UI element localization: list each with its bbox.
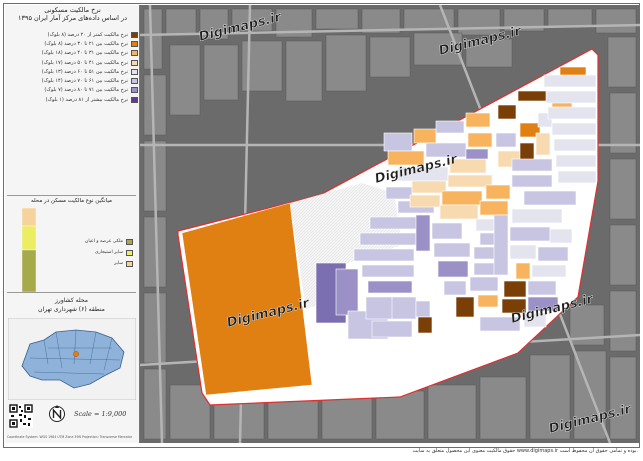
map-canvas[interactable]: Digimaps.ir Digimaps.ir Digimaps.ir Digi… xyxy=(140,5,640,443)
chart-legend-swatch xyxy=(126,260,133,267)
legend-item: نرخ مالکیت بین ۳۱ تا ۴۰ درصد (۱۸ بلوک) xyxy=(7,49,138,58)
chart-legend-swatch xyxy=(126,249,133,256)
legend-swatch xyxy=(131,50,138,57)
legend-item: نرخ مالکیت بین ۶۱ تا ۷۰ درصد (۱۴ بلوک) xyxy=(7,76,138,85)
coordinate-system: Coordinate System: WGS 1984 UTM Zone 39N… xyxy=(7,435,133,439)
neighbourhood-marker xyxy=(73,351,79,357)
thematic-legend: نرخ مالکیت کمتر از ۲۰ درصد (۸ بلوک) نرخ م… xyxy=(7,30,138,104)
legend-swatch xyxy=(131,31,138,38)
chart-legend-item: سایر استیجاری xyxy=(46,247,136,258)
legend-item-label: نرخ مالکیت بین ۴۱ تا ۵۰ درصد (۱۷ بلوک) xyxy=(41,59,128,66)
legend-item-label: نرخ مالکیت بین ۶۱ تا ۷۰ درصد (۱۴ بلوک) xyxy=(41,78,128,85)
legend-item-label: نرخ مالکیت بین ۵۱ تا ۶۰ درصد (۱۳ بلوک) xyxy=(41,68,128,75)
divider xyxy=(7,195,136,196)
legend-swatch xyxy=(131,40,138,47)
legend-swatch xyxy=(131,87,138,94)
bar-segment-other xyxy=(22,208,36,227)
bar-segment-rental xyxy=(22,225,36,251)
legend-item: نرخ مالکیت بین ۷۱ تا ۸۰ درصد (۷ بلوک) xyxy=(7,86,138,95)
chart-legend-label: ملکی عرصه و اعیان xyxy=(85,239,123,244)
north-arrow-icon xyxy=(49,405,65,422)
legend-item-label: نرخ مالکیت بین ۷۱ تا ۸۰ درصد (۷ بلوک) xyxy=(44,87,128,94)
divider xyxy=(7,292,136,293)
location-title: محله کشاورز منطقه (۶) شهرداری تهران xyxy=(6,296,137,314)
legend-item: نرخ مالکیت بین ۴۱ تا ۵۰ درصد (۱۷ بلوک) xyxy=(7,58,138,67)
ownership-stacked-bar xyxy=(22,208,36,292)
chart-legend-label: سایر استیجاری xyxy=(94,250,123,255)
legend-swatch xyxy=(131,78,138,85)
chart-title: میانگین نوع مالکیت مسکن در محله xyxy=(31,198,112,204)
legend-swatch xyxy=(131,96,138,103)
map-title-line2: در اساس داده‌های مرکز آمار ایران ۱۳۹۵ xyxy=(18,14,127,22)
legend-swatch xyxy=(131,68,138,75)
tehran-inset-map xyxy=(8,318,136,400)
legend-item-label: نرخ مالکیت بیشتر از ۸۱ درصد (۱ بلوک) xyxy=(45,96,128,103)
legend-item: نرخ مالکیت بین ۵۱ تا ۶۰ درصد (۱۳ بلوک) xyxy=(7,67,138,76)
legend-item-label: نرخ مالکیت بین ۲۱ تا ۳۰ درصد (۸ بلوک) xyxy=(44,40,128,47)
legend-item-label: نرخ مالکیت کمتر از ۲۰ درصد (۸ بلوک) xyxy=(47,31,128,38)
chart-legend-item: سایر xyxy=(46,258,136,269)
chart-legend-label: سایر xyxy=(114,261,123,266)
legend-item: نرخ مالکیت کمتر از ۲۰ درصد (۸ بلوک) xyxy=(7,30,138,39)
chart-legend-item: ملکی عرصه و اعیان xyxy=(46,236,136,247)
map-title-line1: نرخ مالکیت مسکونی xyxy=(44,6,101,14)
chart-legend: ملکی عرصه و اعیان سایر استیجاری سایر xyxy=(46,236,136,269)
location-line1: محله کشاورز xyxy=(55,297,88,304)
copyright-credit: حقوق مالکیت معنوی این محصول متعلق به سای… xyxy=(412,448,638,454)
qr-code xyxy=(9,404,33,428)
map-title: نرخ مالکیت مسکونی در اساس داده‌های مرکز … xyxy=(6,6,139,22)
location-line2: منطقه (۶) شهرداری تهران xyxy=(38,306,105,313)
legend-item: نرخ مالکیت بیشتر از ۸۱ درصد (۱ بلوک) xyxy=(7,95,138,104)
legend-swatch xyxy=(131,59,138,66)
legend-item-label: نرخ مالکیت بین ۳۱ تا ۴۰ درصد (۱۸ بلوک) xyxy=(41,50,128,57)
chart-legend-swatch xyxy=(126,238,133,245)
scale-text: Scale = 1:9,000 xyxy=(74,410,127,418)
legend-item: نرخ مالکیت بین ۲۱ تا ۳۰ درصد (۸ بلوک) xyxy=(7,39,138,48)
bar-segment-owned xyxy=(22,249,36,292)
